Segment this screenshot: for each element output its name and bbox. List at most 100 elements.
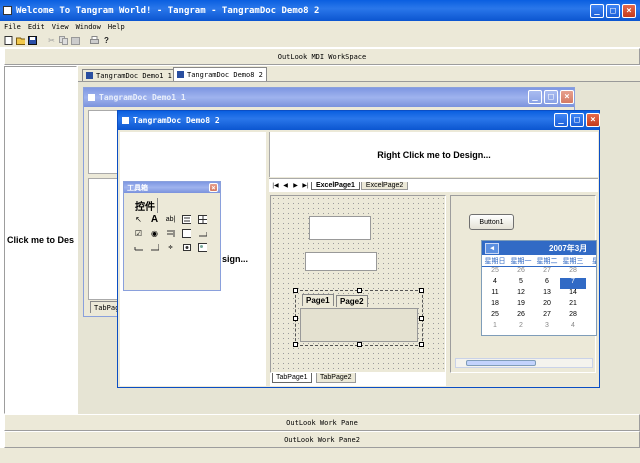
design-tab-page1[interactable]: Page1 xyxy=(302,294,334,306)
scrollbar-thumb[interactable] xyxy=(466,360,536,366)
paste-icon[interactable] xyxy=(71,36,80,45)
button1[interactable]: Button1 xyxy=(469,214,514,230)
sheet-nav-next[interactable]: ▶ xyxy=(291,182,300,189)
calendar-day[interactable]: 4 xyxy=(560,322,586,333)
resize-handle[interactable] xyxy=(293,316,298,321)
calendar-day[interactable]: 26 xyxy=(508,311,534,322)
calendar-day[interactable]: 13 xyxy=(534,289,560,300)
bottom-tab-tabpage1[interactable]: TabPage1 xyxy=(272,373,312,383)
toolbox-window[interactable]: 工具箱 × 控件 ↖ A ab| ☑ ◉ ≑ xyxy=(123,181,221,291)
workspace-bar[interactable]: OutLook MDI WorkSpace xyxy=(4,48,640,65)
calendar-day[interactable]: 20 xyxy=(534,300,560,311)
sheet-tab-excelpage2[interactable]: ExcelPage2 xyxy=(360,181,409,190)
sheet-nav-first[interactable]: |◀ xyxy=(271,182,280,189)
calendar-day[interactable]: 3 xyxy=(534,322,560,333)
resize-handle[interactable] xyxy=(357,342,362,347)
resize-handle[interactable] xyxy=(293,342,298,347)
menu-view[interactable]: View xyxy=(52,23,69,31)
calendar-day[interactable]: 5 xyxy=(586,322,596,333)
mdi-tab-demo1[interactable]: TangramDoc Demo1 1 xyxy=(82,69,176,81)
spin-tool-icon[interactable]: ≑ xyxy=(166,243,175,252)
doc1-title-bar[interactable]: TangramDoc Demo1 1 xyxy=(84,88,574,107)
calendar-day[interactable]: 26 xyxy=(508,267,534,278)
menu-edit[interactable]: Edit xyxy=(28,23,45,31)
maximize-button[interactable]: □ xyxy=(544,90,558,104)
new-file-icon[interactable] xyxy=(4,35,13,45)
horizontal-scrollbar[interactable] xyxy=(455,358,593,368)
pointer-icon[interactable]: ↖ xyxy=(134,215,143,224)
calendar-day[interactable]: 28 xyxy=(560,311,586,322)
calendar-title[interactable]: 2007年3月 xyxy=(549,243,587,254)
outlook-work-pane[interactable]: OutLook Work Pane xyxy=(4,414,640,431)
design-textbox-1[interactable] xyxy=(309,216,371,240)
calendar-day[interactable]: 4 xyxy=(482,278,508,289)
open-folder-icon[interactable] xyxy=(16,36,25,45)
menu-window[interactable]: Window xyxy=(76,23,101,31)
cut-icon[interactable]: ✂ xyxy=(47,36,56,45)
right-form-panel[interactable]: Button1 ◀ 2007年3月 星期日 星期一 星期二 星期三 星期 25 … xyxy=(450,195,597,373)
calendar-prev-button[interactable]: ◀ xyxy=(485,242,499,254)
calendar-day[interactable]: 14 xyxy=(560,289,586,300)
minimize-button[interactable]: _ xyxy=(590,4,604,18)
toolbox-tab[interactable]: 控件 xyxy=(133,198,158,213)
calendar-day[interactable]: 25 xyxy=(482,311,508,322)
design-tab-page2[interactable]: Page2 xyxy=(336,295,368,307)
resize-handle[interactable] xyxy=(293,288,298,293)
radio-tool-icon[interactable]: ◉ xyxy=(150,229,159,238)
calendar-day[interactable]: 27 xyxy=(534,267,560,278)
design-textbox-2[interactable] xyxy=(305,252,377,271)
grid-tool-icon[interactable] xyxy=(198,215,207,224)
label-tool-icon[interactable]: A xyxy=(150,214,159,225)
image-tool-icon[interactable] xyxy=(198,243,207,252)
calendar-day[interactable]: 1 xyxy=(586,289,596,300)
help-icon[interactable]: ? xyxy=(102,36,111,45)
mdi-tab-demo8[interactable]: TangramDoc Demo8 2 xyxy=(173,67,267,81)
sheet-nav-last[interactable]: ▶| xyxy=(301,182,310,189)
scrollbar-tool-icon[interactable] xyxy=(198,229,207,238)
vscroll-tool-icon[interactable] xyxy=(150,243,159,252)
minimize-button[interactable]: _ xyxy=(528,90,542,104)
calendar-day[interactable]: 1 xyxy=(482,322,508,333)
checkbox-tool-icon[interactable]: ☑ xyxy=(134,229,143,238)
calendar-day[interactable]: 8 xyxy=(586,278,596,289)
left-pane[interactable]: Click me to Des xyxy=(4,66,77,414)
outlook-work-pane2[interactable]: OutLook Work Pane2 xyxy=(4,431,640,448)
menu-file[interactable]: File xyxy=(4,23,21,31)
minimize-button[interactable]: _ xyxy=(554,113,568,127)
calendar-day[interactable]: 12 xyxy=(508,289,534,300)
hscroll-tool-icon[interactable] xyxy=(134,243,143,252)
resize-handle[interactable] xyxy=(419,288,424,293)
calendar-day[interactable]: 11 xyxy=(482,289,508,300)
close-button[interactable]: × xyxy=(586,113,600,127)
bottom-tab-tabpage2[interactable]: TabPage2 xyxy=(316,373,356,383)
maximize-button[interactable]: □ xyxy=(570,113,584,127)
resize-handle[interactable] xyxy=(419,342,424,347)
doc8-title-bar[interactable]: TangramDoc Demo8 2 xyxy=(118,111,599,130)
design-tab-control[interactable]: Page1 Page2 xyxy=(293,288,424,347)
toolbox-title-bar[interactable]: 工具箱 xyxy=(124,182,220,193)
calendar-day[interactable]: 5 xyxy=(508,278,534,289)
calendar-day[interactable]: 25 xyxy=(482,267,508,278)
sheet-nav-prev[interactable]: ◀ xyxy=(281,182,290,189)
calendar-day[interactable]: 19 xyxy=(508,300,534,311)
textbox-tool-icon[interactable]: ab| xyxy=(166,215,176,224)
copy-icon[interactable] xyxy=(59,35,68,45)
form-design-grid[interactable]: Page1 Page2 xyxy=(270,195,446,373)
calendar-day[interactable]: 2 xyxy=(586,300,596,311)
calendar-day[interactable]: 2 xyxy=(508,322,534,333)
calendar-day[interactable]: 28 xyxy=(560,267,586,278)
maximize-button[interactable]: □ xyxy=(606,4,620,18)
calendar[interactable]: ◀ 2007年3月 星期日 星期一 星期二 星期三 星期 25 26 27 28… xyxy=(481,240,597,336)
calendar-day[interactable]: 18 xyxy=(482,300,508,311)
tab-tool-icon[interactable] xyxy=(182,243,191,252)
combobox-tool-icon[interactable] xyxy=(166,229,175,238)
sheet-tab-excelpage1[interactable]: ExcelPage1 xyxy=(311,181,360,190)
calendar-day[interactable]: 1 xyxy=(586,267,596,278)
close-button[interactable]: × xyxy=(622,4,636,18)
listbox-tool-icon[interactable] xyxy=(182,229,191,238)
calendar-day[interactable]: 27 xyxy=(534,311,560,322)
print-icon[interactable] xyxy=(90,35,99,45)
close-button[interactable]: × xyxy=(209,183,218,192)
calendar-day[interactable]: 2 xyxy=(586,311,596,322)
calendar-day-selected[interactable]: 7 xyxy=(560,278,586,289)
